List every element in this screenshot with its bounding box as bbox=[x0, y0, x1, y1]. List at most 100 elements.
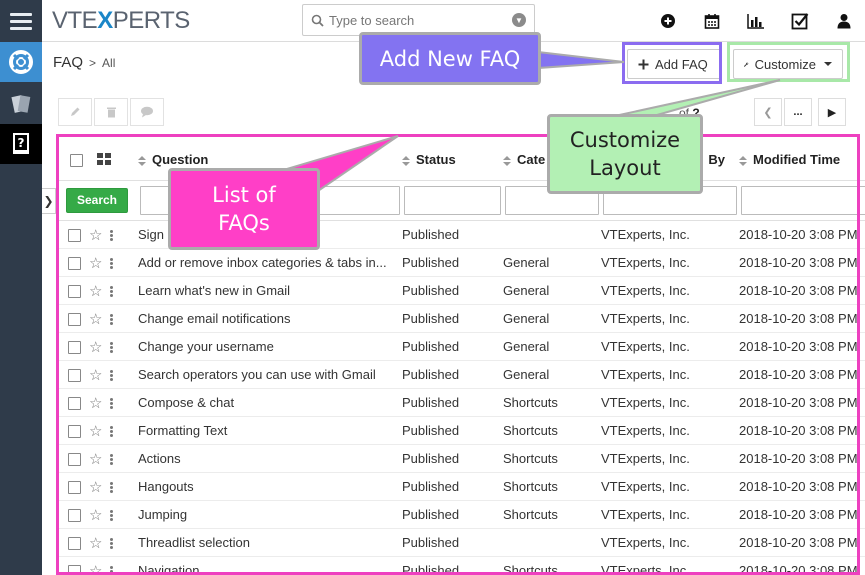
comment-button[interactable] bbox=[130, 98, 164, 126]
star-icon[interactable]: ☆ bbox=[89, 564, 102, 575]
table-row[interactable]: ☆ Search operators you can use with Gmail… bbox=[58, 360, 865, 389]
column-status[interactable]: Status bbox=[402, 140, 503, 181]
row-checkbox[interactable] bbox=[68, 340, 81, 354]
delete-button[interactable] bbox=[94, 98, 128, 126]
more-vertical-icon[interactable] bbox=[110, 397, 114, 410]
more-vertical-icon[interactable] bbox=[110, 537, 114, 550]
more-vertical-icon[interactable] bbox=[110, 285, 114, 298]
bar-chart-icon[interactable] bbox=[745, 10, 767, 32]
more-vertical-icon[interactable] bbox=[110, 509, 114, 522]
table-row[interactable]: ☆ Learn what's new in Gmail Published Gener… bbox=[58, 276, 865, 305]
row-checkbox[interactable] bbox=[68, 564, 81, 575]
row-checkbox[interactable] bbox=[68, 536, 81, 550]
row-actions: ☆ bbox=[58, 528, 138, 557]
table-row[interactable]: ☆ Actions Published Shortcuts VTExperts, Inc… bbox=[58, 444, 865, 473]
row-checkbox[interactable] bbox=[68, 284, 81, 298]
wrench-icon bbox=[744, 62, 749, 67]
column-modified[interactable]: Modified Time bbox=[739, 140, 865, 181]
menu-icon[interactable] bbox=[0, 0, 42, 42]
star-icon[interactable]: ☆ bbox=[89, 312, 102, 327]
table-row[interactable]: ☆ Change email notifications Published Gene… bbox=[58, 304, 865, 333]
star-icon[interactable]: ☆ bbox=[89, 452, 102, 467]
row-checkbox[interactable] bbox=[68, 480, 81, 494]
row-category: General bbox=[503, 304, 601, 333]
tickets-icon[interactable] bbox=[0, 84, 42, 124]
search-button[interactable]: Search bbox=[66, 187, 128, 213]
row-question[interactable]: Change your username bbox=[138, 332, 402, 361]
row-category: Shortcuts bbox=[503, 500, 601, 529]
more-vertical-icon[interactable] bbox=[110, 257, 114, 270]
breadcrumb-module[interactable]: FAQ bbox=[53, 54, 83, 71]
row-checkbox[interactable] bbox=[68, 256, 81, 270]
row-question[interactable]: Threadlist selection bbox=[138, 528, 402, 557]
row-checkbox[interactable] bbox=[68, 424, 81, 438]
star-icon[interactable]: ☆ bbox=[89, 368, 102, 383]
row-question[interactable]: Jumping bbox=[138, 500, 402, 529]
star-icon[interactable]: ☆ bbox=[89, 424, 102, 439]
plus-circle-icon[interactable] bbox=[657, 10, 679, 32]
faq-book-icon[interactable]: ? bbox=[0, 124, 42, 164]
table-row[interactable]: ☆ Change your username Published General VTE… bbox=[58, 332, 865, 361]
row-question[interactable]: Change email notifications bbox=[138, 304, 402, 333]
more-pages-button[interactable]: ... bbox=[784, 98, 812, 126]
row-checkbox[interactable] bbox=[68, 312, 81, 326]
search-input[interactable] bbox=[329, 12, 512, 28]
table-row[interactable]: ☆ Navigation Published Shortcuts VTExperts, … bbox=[58, 556, 865, 575]
row-question[interactable]: Formatting Text bbox=[138, 416, 402, 445]
customize-button[interactable]: Customize bbox=[733, 49, 843, 79]
more-vertical-icon[interactable] bbox=[110, 341, 114, 354]
add-faq-button[interactable]: Add FAQ bbox=[627, 49, 721, 79]
more-vertical-icon[interactable] bbox=[110, 229, 114, 242]
calendar-icon[interactable] bbox=[701, 10, 723, 32]
more-vertical-icon[interactable] bbox=[110, 481, 114, 494]
star-icon[interactable]: ☆ bbox=[89, 508, 102, 523]
row-question[interactable]: Compose & chat bbox=[138, 388, 402, 417]
filter-status-input[interactable] bbox=[404, 185, 501, 215]
star-icon[interactable]: ☆ bbox=[89, 480, 102, 495]
table-row[interactable]: ☆ Add or remove inbox categories & tabs i… bbox=[58, 248, 865, 277]
row-checkbox[interactable] bbox=[68, 396, 81, 410]
table-row[interactable]: ☆ Hangouts Published Shortcuts VTExperts, In… bbox=[58, 472, 865, 501]
checkbox-icon[interactable] bbox=[789, 10, 811, 32]
lifebuoy-icon[interactable] bbox=[0, 42, 42, 82]
table-row[interactable]: ☆ Formatting Text Published Shortcuts VTExpe… bbox=[58, 416, 865, 445]
row-question[interactable]: Add or remove inbox categories & tabs in… bbox=[138, 248, 402, 277]
breadcrumb-separator: > bbox=[89, 55, 97, 70]
prev-page-button[interactable]: ❮ bbox=[754, 98, 782, 126]
star-icon[interactable]: ☆ bbox=[89, 396, 102, 411]
user-icon[interactable] bbox=[833, 10, 855, 32]
app-logo[interactable]: VTEXPERTS bbox=[52, 7, 190, 35]
more-vertical-icon[interactable] bbox=[110, 565, 114, 575]
row-checkbox[interactable] bbox=[68, 508, 81, 522]
table-row[interactable]: ☆ Compose & chat Published Shortcuts VTExper… bbox=[58, 388, 865, 417]
row-question[interactable]: Hangouts bbox=[138, 472, 402, 501]
row-owner: VTExperts, Inc. bbox=[601, 416, 739, 445]
row-question[interactable]: Learn what's new in Gmail bbox=[138, 276, 402, 305]
next-page-button[interactable]: ▶ bbox=[818, 98, 846, 126]
breadcrumb-view[interactable]: All bbox=[102, 56, 115, 70]
row-checkbox[interactable] bbox=[68, 368, 81, 382]
star-icon[interactable]: ☆ bbox=[89, 536, 102, 551]
star-icon[interactable]: ☆ bbox=[89, 284, 102, 299]
row-question[interactable]: Navigation bbox=[138, 556, 402, 575]
rail-expand-toggle[interactable]: ❯ bbox=[42, 188, 56, 214]
table-row[interactable]: ☆ Threadlist selection Published VTExperts,… bbox=[58, 528, 865, 557]
more-vertical-icon[interactable] bbox=[110, 453, 114, 466]
search-dropdown-icon[interactable]: ▼ bbox=[512, 13, 526, 27]
star-icon[interactable]: ☆ bbox=[89, 340, 102, 355]
list-settings-icon[interactable] bbox=[96, 152, 111, 168]
row-question[interactable]: Actions bbox=[138, 444, 402, 473]
row-question[interactable]: Search operators you can use with Gmail bbox=[138, 360, 402, 389]
select-all-checkbox[interactable] bbox=[70, 153, 83, 167]
filter-modified-input[interactable] bbox=[741, 185, 865, 215]
more-vertical-icon[interactable] bbox=[110, 313, 114, 326]
row-actions: ☆ bbox=[58, 416, 138, 445]
row-checkbox[interactable] bbox=[68, 228, 81, 242]
more-vertical-icon[interactable] bbox=[110, 369, 114, 382]
star-icon[interactable]: ☆ bbox=[89, 228, 102, 243]
table-row[interactable]: ☆ Jumping Published Shortcuts VTExperts, Inc… bbox=[58, 500, 865, 529]
edit-button[interactable] bbox=[58, 98, 92, 126]
star-icon[interactable]: ☆ bbox=[89, 256, 102, 271]
row-checkbox[interactable] bbox=[68, 452, 81, 466]
more-vertical-icon[interactable] bbox=[110, 425, 114, 438]
